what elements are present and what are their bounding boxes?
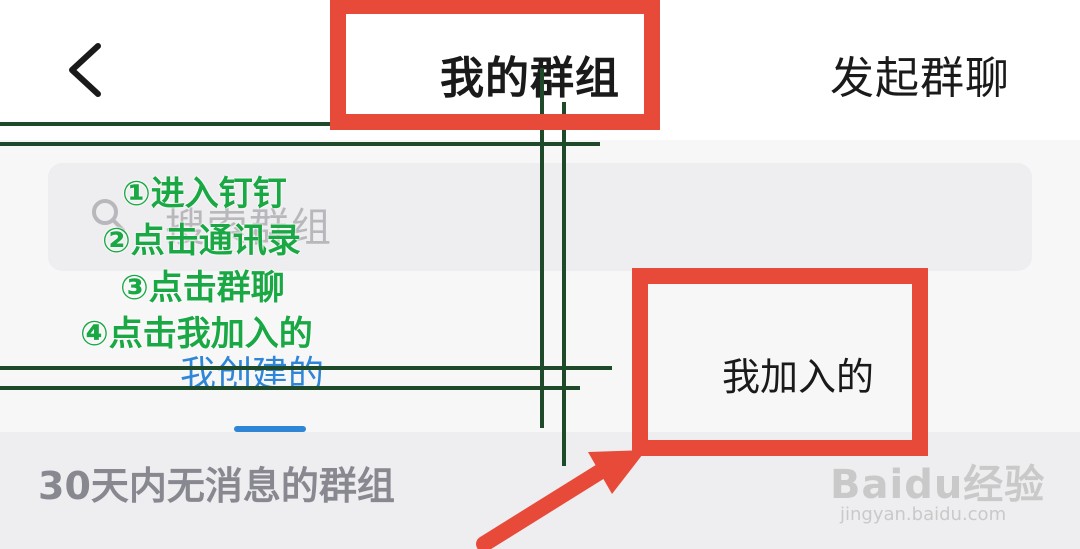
instruction-step-4: ④点击我加入的 [80, 314, 313, 354]
chevron-left-icon[interactable] [60, 40, 110, 100]
instruction-step-3: ③点击群聊 [120, 268, 285, 308]
watermark: Baidu经验 jingyan.baidu.com [830, 452, 1046, 525]
header-bar: 我的群组 发起群聊 [0, 0, 1080, 140]
watermark-url: jingyan.baidu.com [840, 504, 1007, 525]
page-title: 我的群组 [440, 53, 620, 104]
section-label: 30天内无消息的群组 [38, 464, 395, 508]
tab-joined-by-me[interactable]: 我加入的 [722, 346, 874, 401]
start-group-chat-button[interactable]: 发起群聊 [830, 42, 1010, 106]
watermark-brand: Baidu经验 [830, 462, 1046, 508]
instruction-step-1: ①进入钉钉 [122, 174, 287, 214]
instruction-step-2: ②点击通讯录 [102, 221, 301, 261]
